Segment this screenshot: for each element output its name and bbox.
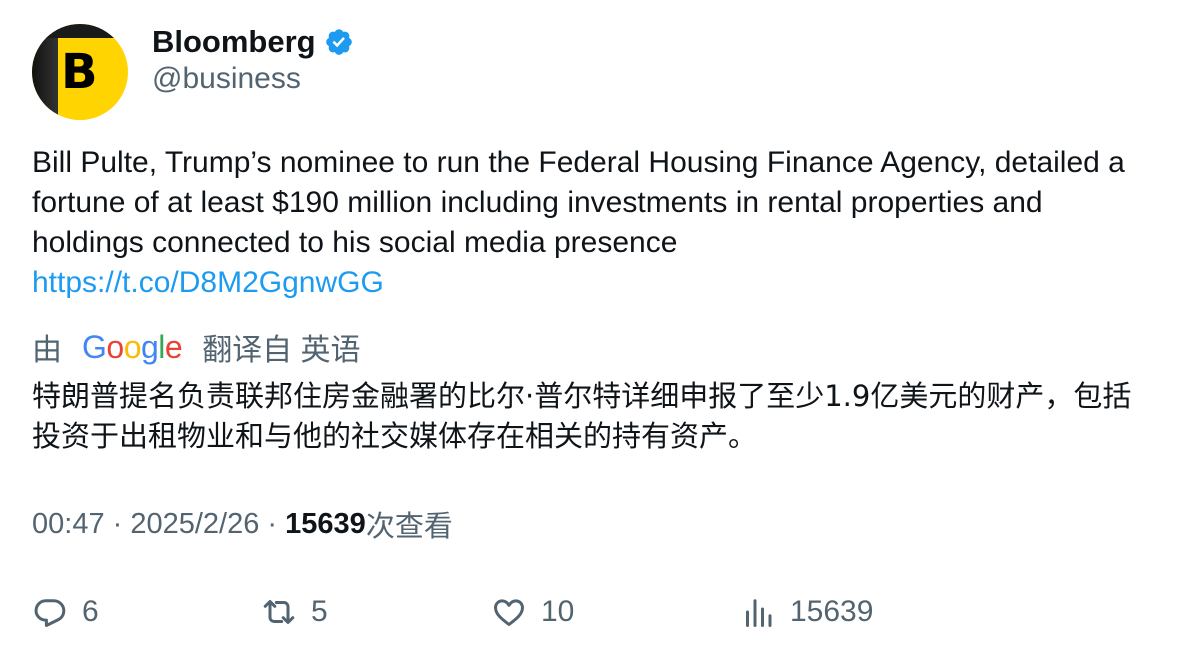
meta-separator: · — [104, 507, 131, 540]
heart-icon — [494, 599, 524, 626]
verified-badge-icon[interactable] — [324, 27, 354, 57]
retweet-icon — [263, 600, 295, 624]
views-count: 15639 — [285, 507, 366, 540]
avatar-letter: B — [61, 44, 98, 100]
avatar-top-decoration — [32, 24, 128, 38]
tweet-body: Bill Pulte, Trump’s nominee to run the F… — [32, 146, 1125, 259]
meta-separator: · — [259, 507, 286, 540]
retweet-button[interactable]: 5 — [261, 590, 328, 634]
retweet-count: 5 — [311, 595, 328, 628]
views-button[interactable]: 15639 — [740, 590, 873, 634]
tweet-link[interactable]: https://t.co/D8M2GgnwGG — [32, 263, 1152, 303]
translation-attribution: 由 Google 翻译自 英语 — [32, 327, 361, 368]
tweet-time[interactable]: 00:47 — [32, 508, 105, 541]
tweet-text: Bill Pulte, Trump’s nominee to run the F… — [32, 143, 1152, 303]
tweet-meta: 00:47 · 2025/2/26 · 15639 次查看 — [32, 504, 453, 544]
translation-source-language: 翻译自 英语 — [202, 334, 361, 367]
like-button[interactable]: 10 — [491, 590, 574, 634]
reply-icon — [34, 599, 66, 627]
views-label: 次查看 — [365, 509, 453, 543]
google-logo: Google — [82, 328, 183, 365]
analytics-icon — [746, 599, 772, 627]
avatar-shadow-decoration — [32, 24, 58, 120]
translated-text: 特朗普提名负责联邦住房金融署的比尔·普尔特详细申报了至少1.9亿美元的财产，包括… — [32, 379, 1132, 453]
reply-button[interactable]: 6 — [32, 590, 99, 634]
tweet-card: B Bloomberg @business Bill Pulte, Trump’… — [0, 0, 1196, 658]
like-count: 10 — [541, 595, 575, 628]
author-handle[interactable]: @business — [152, 62, 301, 96]
avatar[interactable]: B — [32, 24, 128, 120]
translation-prefix: 由 — [32, 334, 62, 367]
reply-count: 6 — [82, 595, 99, 628]
author-display-name[interactable]: Bloomberg — [152, 24, 316, 60]
views-action-count: 15639 — [790, 595, 874, 628]
author-name-row: Bloomberg — [152, 22, 354, 62]
tweet-date[interactable]: 2025/2/26 — [130, 508, 259, 541]
